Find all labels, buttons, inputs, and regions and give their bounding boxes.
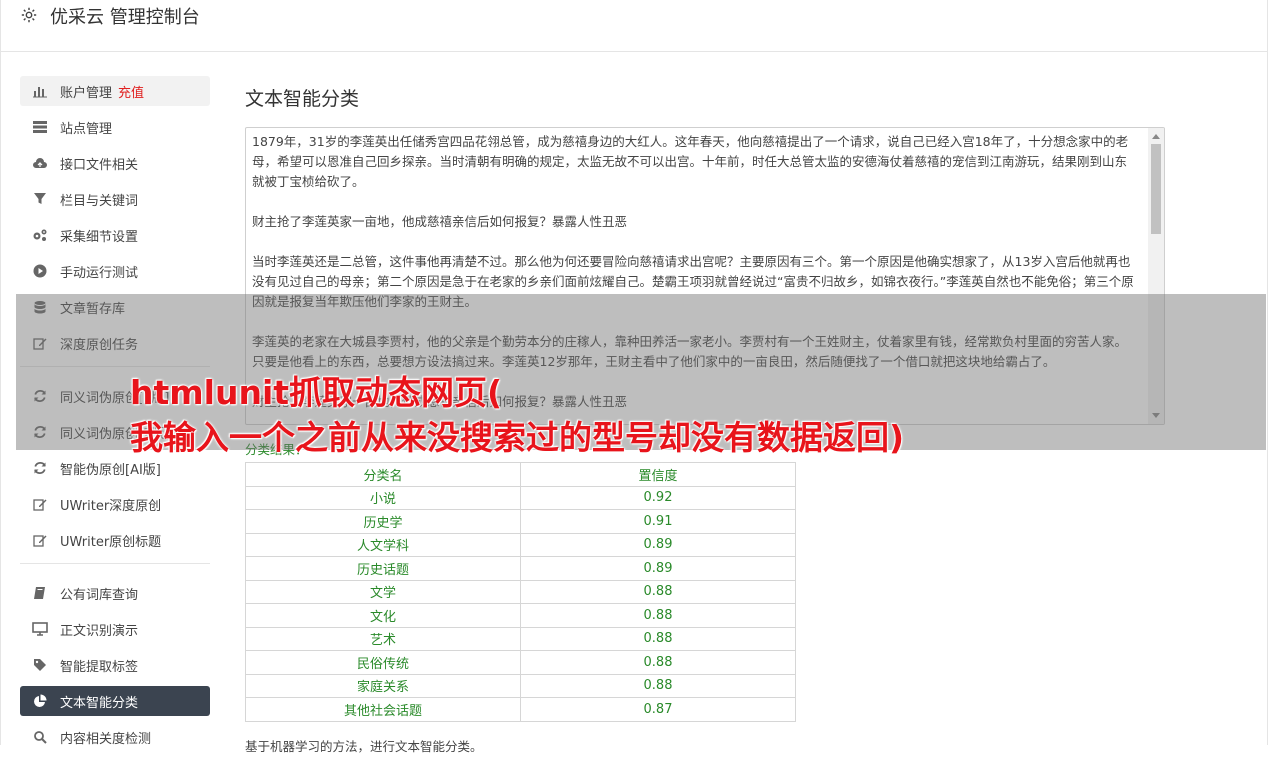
sidebar-item-label: 文本智能分类 <box>60 695 139 711</box>
book-icon <box>32 585 48 601</box>
category-cell: 小说 <box>245 485 521 510</box>
table-row: 文学 0.88 <box>245 579 796 604</box>
column-header-category: 分类名 <box>245 462 521 487</box>
confidence-cell: 0.92 <box>520 485 796 510</box>
confidence-cell: 0.89 <box>520 556 796 581</box>
table-header-row: 分类名 置信度 <box>245 462 796 487</box>
category-cell: 艺术 <box>245 626 521 651</box>
sidebar-item-label: 内容相关度检测 <box>60 731 152 747</box>
sidebar-item-label: 接口文件相关 <box>60 157 139 173</box>
category-cell: 文学 <box>245 579 521 604</box>
scroll-thumb[interactable] <box>1151 144 1161 234</box>
table-row: 家庭关系 0.88 <box>245 673 796 698</box>
confidence-cell: 0.88 <box>520 626 796 651</box>
confidence-cell: 0.87 <box>520 697 796 722</box>
confidence-cell: 0.88 <box>520 603 796 628</box>
method-footnote: 基于机器学习的方法，进行文本智能分类。 <box>245 738 483 754</box>
category-cell: 人文学科 <box>245 532 521 557</box>
sidebar-item-columns-keywords[interactable]: 栏目与关键词 <box>20 184 210 214</box>
cloud-upload-icon <box>32 155 48 171</box>
sidebar-item-label: 账户管理 <box>60 85 113 101</box>
headline-line-1: htmlunit抓取动态网页( <box>130 373 503 412</box>
category-cell: 民俗传统 <box>245 650 521 675</box>
pie-chart-icon <box>32 693 48 709</box>
article-headline-overlay: htmlunit抓取动态网页( 我输入一个之前从来没搜索过的型号却没有数据返回) <box>130 370 1230 460</box>
sidebar-item-label: UWriter原创标题 <box>60 534 162 550</box>
table-row: 艺术 0.88 <box>245 626 796 651</box>
sidebar-item-label: 智能伪原创[AI版] <box>60 462 161 478</box>
table-row: 文化 0.88 <box>245 603 796 628</box>
confidence-cell: 0.88 <box>520 673 796 698</box>
app-title: 优采云 管理控制台 <box>50 7 200 28</box>
edit-icon <box>32 532 48 548</box>
sidebar-item-relevance-check[interactable]: 内容相关度检测 <box>20 722 210 752</box>
category-cell: 历史学 <box>245 509 521 534</box>
confidence-cell: 0.88 <box>520 650 796 675</box>
sidebar-item-manual-run[interactable]: 手动运行测试 <box>20 256 210 286</box>
column-header-confidence: 置信度 <box>520 462 796 487</box>
edit-icon <box>32 496 48 512</box>
sidebar-item-label: 智能提取标签 <box>60 659 139 675</box>
sidebar-item-label: 手动运行测试 <box>60 265 139 281</box>
confidence-cell: 0.89 <box>520 532 796 557</box>
sidebar-item-content-recognition[interactable]: 正文识别演示 <box>20 614 210 644</box>
category-cell: 其他社会话题 <box>245 697 521 722</box>
category-cell: 家庭关系 <box>245 673 521 698</box>
sidebar-item-label: 站点管理 <box>60 121 113 137</box>
sidebar-item-label: 栏目与关键词 <box>60 193 139 209</box>
search-icon <box>32 729 48 745</box>
play-circle-icon <box>32 263 48 279</box>
headline-line-2: 我输入一个之前从来没搜索过的型号却没有数据返回) <box>130 418 905 457</box>
gear-icon <box>21 7 37 23</box>
monitor-icon <box>32 621 48 637</box>
sidebar-item-account[interactable]: 账户管理 充值 <box>20 76 210 106</box>
sidebar-item-text-classification[interactable]: 文本智能分类 <box>20 686 210 716</box>
sidebar-item-label: UWriter深度原创 <box>60 498 162 514</box>
sidebar-divider <box>20 563 210 564</box>
sidebar-item-sites[interactable]: 站点管理 <box>20 112 210 142</box>
confidence-cell: 0.91 <box>520 509 796 534</box>
recharge-link[interactable]: 充值 <box>118 82 144 101</box>
sidebar-item-collect-settings[interactable]: 采集细节设置 <box>20 220 210 250</box>
text-paragraph: 1879年，31岁的李莲英出任储秀宫四品花翎总管，成为慈禧身边的大红人。这年春天… <box>252 134 1129 189</box>
refresh-icon <box>32 460 48 476</box>
sidebar-item-label: 采集细节设置 <box>60 229 139 245</box>
bar-chart-icon <box>32 83 48 99</box>
table-row: 其他社会话题 0.87 <box>245 697 796 722</box>
sidebar-item-interface-files[interactable]: 接口文件相关 <box>20 148 210 178</box>
filter-icon <box>32 191 48 207</box>
sidebar-item-label: 正文识别演示 <box>60 623 139 639</box>
table-row: 人文学科 0.89 <box>245 532 796 557</box>
category-cell: 文化 <box>245 603 521 628</box>
confidence-cell: 0.88 <box>520 579 796 604</box>
sidebar-item-uwriter-title[interactable]: UWriter原创标题 <box>20 525 210 555</box>
text-paragraph: 财主抢了李莲英家一亩地，他成慈禧亲信后如何报复？暴露人性丑恶 <box>252 214 628 229</box>
scroll-up-icon[interactable] <box>1152 134 1160 139</box>
gears-icon <box>32 227 48 243</box>
table-row: 历史话题 0.89 <box>245 556 796 581</box>
tag-icon <box>32 657 48 673</box>
classification-table: 分类名 置信度 小说 0.92 历史学 0.91 人文学科 0.89 历史话题 0.89… <box>245 462 796 722</box>
sidebar-item-uwriter-deep[interactable]: UWriter深度原创 <box>20 489 210 519</box>
sidebar-item-label: 公有词库查询 <box>60 587 139 603</box>
top-bar: 优采云 管理控制台 <box>0 0 1268 52</box>
server-icon <box>32 119 48 135</box>
sidebar-item-smart-tags[interactable]: 智能提取标签 <box>20 650 210 680</box>
table-row: 小说 0.92 <box>245 485 796 510</box>
table-row: 历史学 0.91 <box>245 509 796 534</box>
table-row: 民俗传统 0.88 <box>245 650 796 675</box>
category-cell: 历史话题 <box>245 556 521 581</box>
page-title: 文本智能分类 <box>245 88 360 110</box>
sidebar-item-public-dictionary[interactable]: 公有词库查询 <box>20 578 210 608</box>
